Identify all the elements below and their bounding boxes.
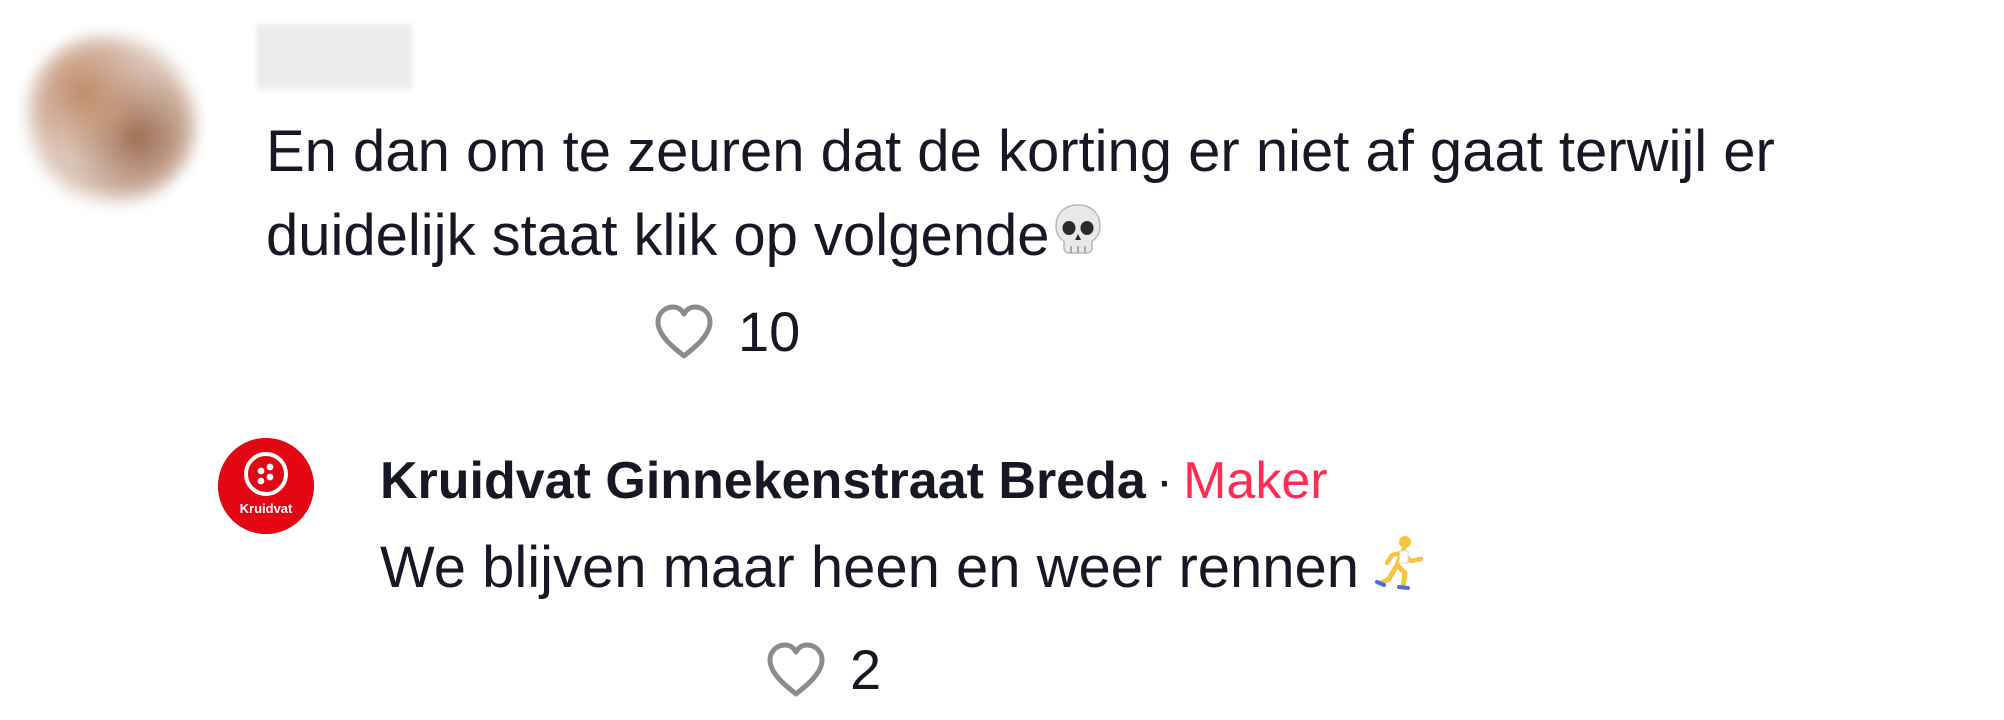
commenter-avatar[interactable] (22, 30, 200, 208)
maker-badge: Maker (1183, 452, 1328, 510)
comment-text-line-2: duidelijk staat klik op volgende (266, 203, 1050, 268)
commenter-username-redacted[interactable] (256, 24, 412, 90)
comment-like-count: 10 (738, 300, 801, 363)
heart-icon[interactable] (760, 634, 832, 706)
reply-header: Kruidvat Ginnekenstraat Breda · Maker (380, 446, 1328, 516)
running-man-icon (1375, 530, 1429, 614)
reply-author-avatar[interactable]: Kruidvat (218, 438, 314, 534)
comment-text: En dan om te zeuren dat de korting er ni… (266, 110, 2004, 282)
kruidvat-logo-text: Kruidvat (240, 501, 293, 516)
comment-like-row: 10 (648, 296, 800, 368)
comment-text-line-1: En dan om te zeuren dat de korting er ni… (266, 119, 1775, 184)
reply-author-name[interactable]: Kruidvat Ginnekenstraat Breda (380, 452, 1146, 510)
reply-text-body: We blijven maar heen en weer rennen (380, 535, 1360, 600)
reply-text: We blijven maar heen en weer rennen (380, 526, 1429, 614)
reply-like-count: 2 (850, 638, 882, 701)
separator-dot: · (1155, 452, 1174, 510)
skull-icon (1049, 198, 1107, 282)
reply-like-row: 2 (760, 634, 881, 706)
heart-icon[interactable] (648, 296, 720, 368)
